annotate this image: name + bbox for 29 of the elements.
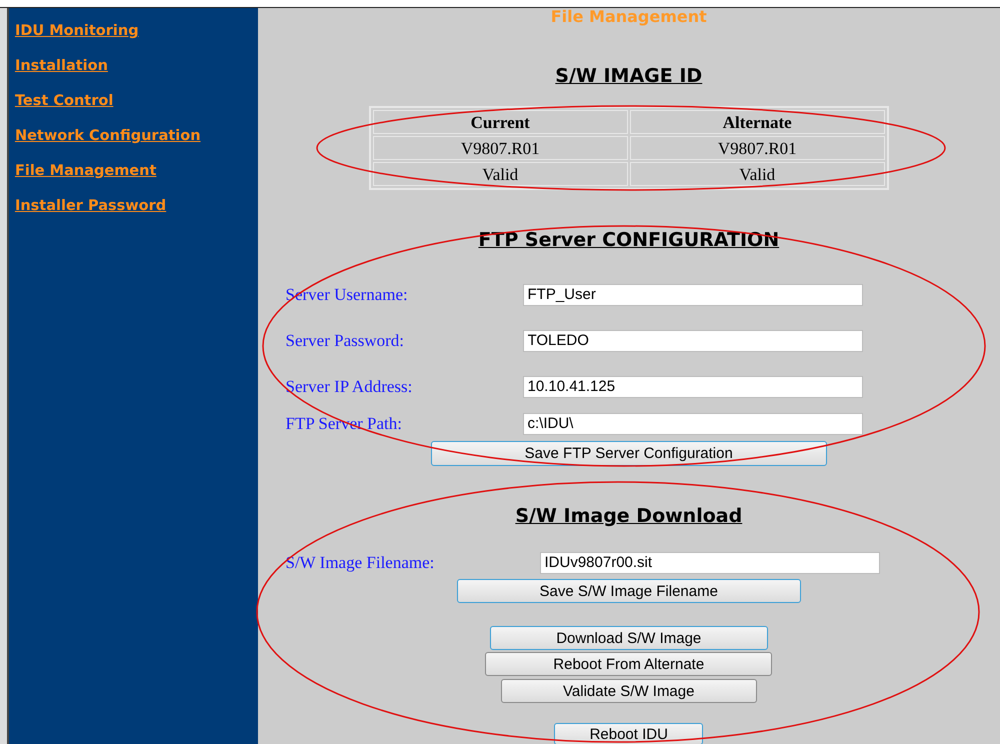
input-field[interactable]: FTP_User [522,284,862,306]
action-button[interactable]: Reboot From Alternate [485,652,772,676]
section-heading: S/W Image Download [514,504,744,528]
table-cell: Valid [630,162,885,186]
nav-link[interactable]: Installation [14,56,108,77]
nav-link[interactable]: Test Control [14,91,114,112]
nav-link[interactable]: File Management [14,161,156,182]
page-title: File Management [550,8,708,26]
table-cell: Valid [372,162,628,186]
nav-link[interactable]: Installer Password [14,196,166,217]
table-cell: V9807.R01 [630,136,885,160]
column-header: Current [372,110,628,134]
nav-link[interactable]: IDU Monitoring [14,21,139,42]
field-label: S/W Image Filename: [286,552,436,574]
table-cell: V9807.R01 [372,136,628,160]
nav-link[interactable]: Network Configuration [14,126,201,147]
input-field[interactable]: IDUv9807r00.sit [540,552,880,574]
section-heading: S/W IMAGE ID [554,64,704,88]
action-button[interactable]: Save S/W Image Filename [456,579,801,603]
action-button[interactable]: Save FTP Server Configuration [430,441,827,466]
field-label: Server IP Address: [286,376,414,398]
input-field[interactable]: c:\IDU\ [522,413,862,435]
action-button[interactable]: Validate S/W Image [500,679,757,703]
input-field[interactable]: 10.10.41.125 [522,376,862,398]
input-field[interactable]: TOLEDO [522,330,862,352]
action-button[interactable]: Download S/W Image [490,626,768,650]
column-header: Alternate [630,110,885,134]
action-button[interactable]: Reboot IDU [554,723,704,744]
field-label: Server Password: [286,330,406,352]
